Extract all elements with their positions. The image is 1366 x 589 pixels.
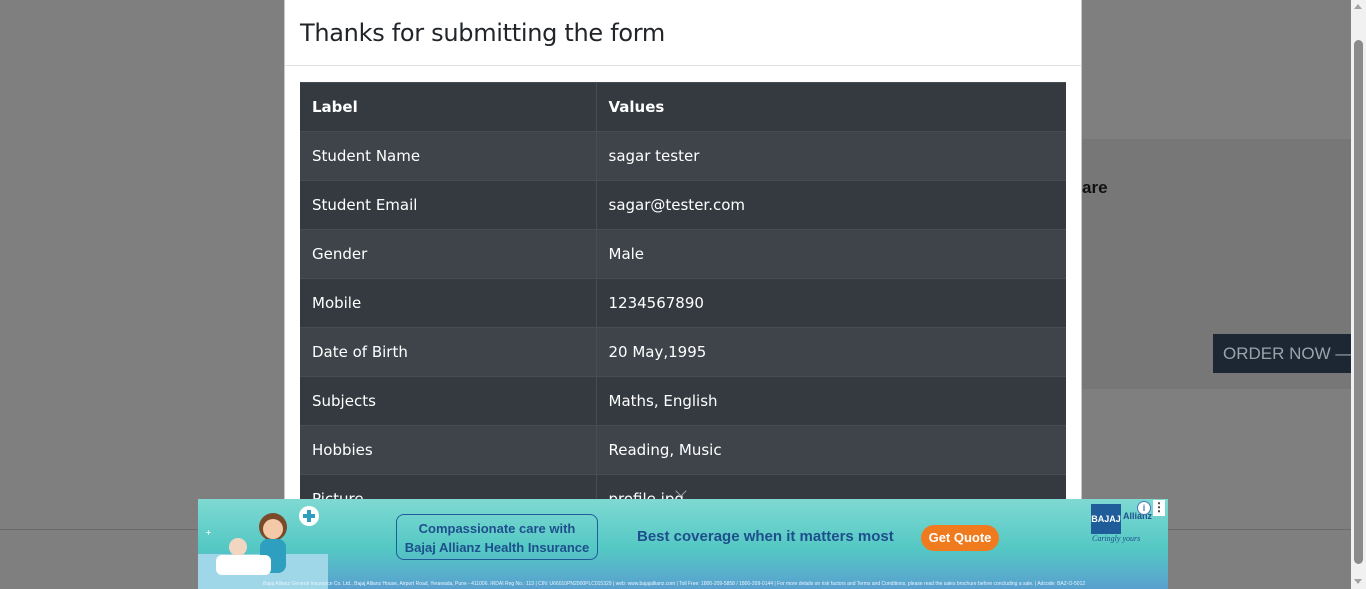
- row-value: 20 May,1995: [596, 327, 1066, 377]
- row-label: Subjects: [300, 376, 597, 426]
- row-label: Gender: [300, 229, 597, 279]
- row-label: Student Name: [300, 131, 597, 181]
- table-row: Subjects Maths, English: [300, 376, 1066, 426]
- table-header-row: Label Values: [300, 82, 1066, 132]
- modal-header: Thanks for submitting the form: [285, 0, 1081, 66]
- table-row: Date of Birth 20 May,1995: [300, 327, 1066, 377]
- modal-body: Label Values Student Name sagar tester S…: [285, 66, 1081, 524]
- row-value: Male: [596, 229, 1066, 279]
- modal-title: Thanks for submitting the form: [300, 18, 665, 47]
- get-quote-button[interactable]: Get Quote: [921, 525, 999, 551]
- scroll-down-arrow-icon[interactable]: [1354, 579, 1362, 584]
- nurse-patient-illustration-icon: +: [198, 506, 328, 589]
- row-label: Date of Birth: [300, 327, 597, 377]
- row-label: Mobile: [300, 278, 597, 328]
- ad-headline-line2: Bajaj Allianz Health Insurance: [404, 540, 590, 555]
- header-label: Label: [300, 82, 597, 132]
- ad-headline-bubble: Compassionate care with Bajaj Allianz He…: [396, 514, 598, 560]
- ad-fine-print: Bajaj Allianz General Insurance Co. Ltd.…: [263, 581, 1086, 587]
- scroll-thumb[interactable]: [1354, 40, 1363, 564]
- table-row: Gender Male: [300, 229, 1066, 279]
- table-row: Student Name sagar tester: [300, 131, 1066, 181]
- submission-table: Label Values Student Name sagar tester S…: [300, 82, 1066, 524]
- ad-tagline: Best coverage when it matters most: [637, 528, 894, 545]
- ad-headline-line1: Compassionate care with: [418, 521, 576, 536]
- row-label: Student Email: [300, 180, 597, 230]
- header-values: Values: [596, 82, 1066, 132]
- row-value: Maths, English: [596, 376, 1066, 426]
- page-scrollbar[interactable]: [1351, 0, 1366, 589]
- order-now-button[interactable]: ORDER NOW —: [1213, 334, 1353, 373]
- row-value: 1234567890: [596, 278, 1066, 328]
- row-value: sagar tester: [596, 131, 1066, 181]
- table-row: Hobbies Reading, Music: [300, 425, 1066, 475]
- brand-tagline: Caringly yours: [1092, 534, 1141, 543]
- background-heading: are: [1082, 178, 1108, 197]
- scroll-up-arrow-icon[interactable]: [1354, 4, 1362, 9]
- row-label: Hobbies: [300, 425, 597, 475]
- table-row: Mobile 1234567890: [300, 278, 1066, 328]
- ad-banner[interactable]: + Compassionate care with Bajaj Allianz …: [198, 499, 1168, 589]
- row-value: Reading, Music: [596, 425, 1066, 475]
- ad-options-icon[interactable]: ⋮: [1153, 500, 1165, 516]
- ad-info-icon[interactable]: i: [1137, 501, 1151, 515]
- svg-text:+: +: [205, 528, 212, 537]
- bajaj-logo: BAJAJ: [1091, 504, 1121, 534]
- table-row: Student Email sagar@tester.com: [300, 180, 1066, 230]
- row-value: sagar@tester.com: [596, 180, 1066, 230]
